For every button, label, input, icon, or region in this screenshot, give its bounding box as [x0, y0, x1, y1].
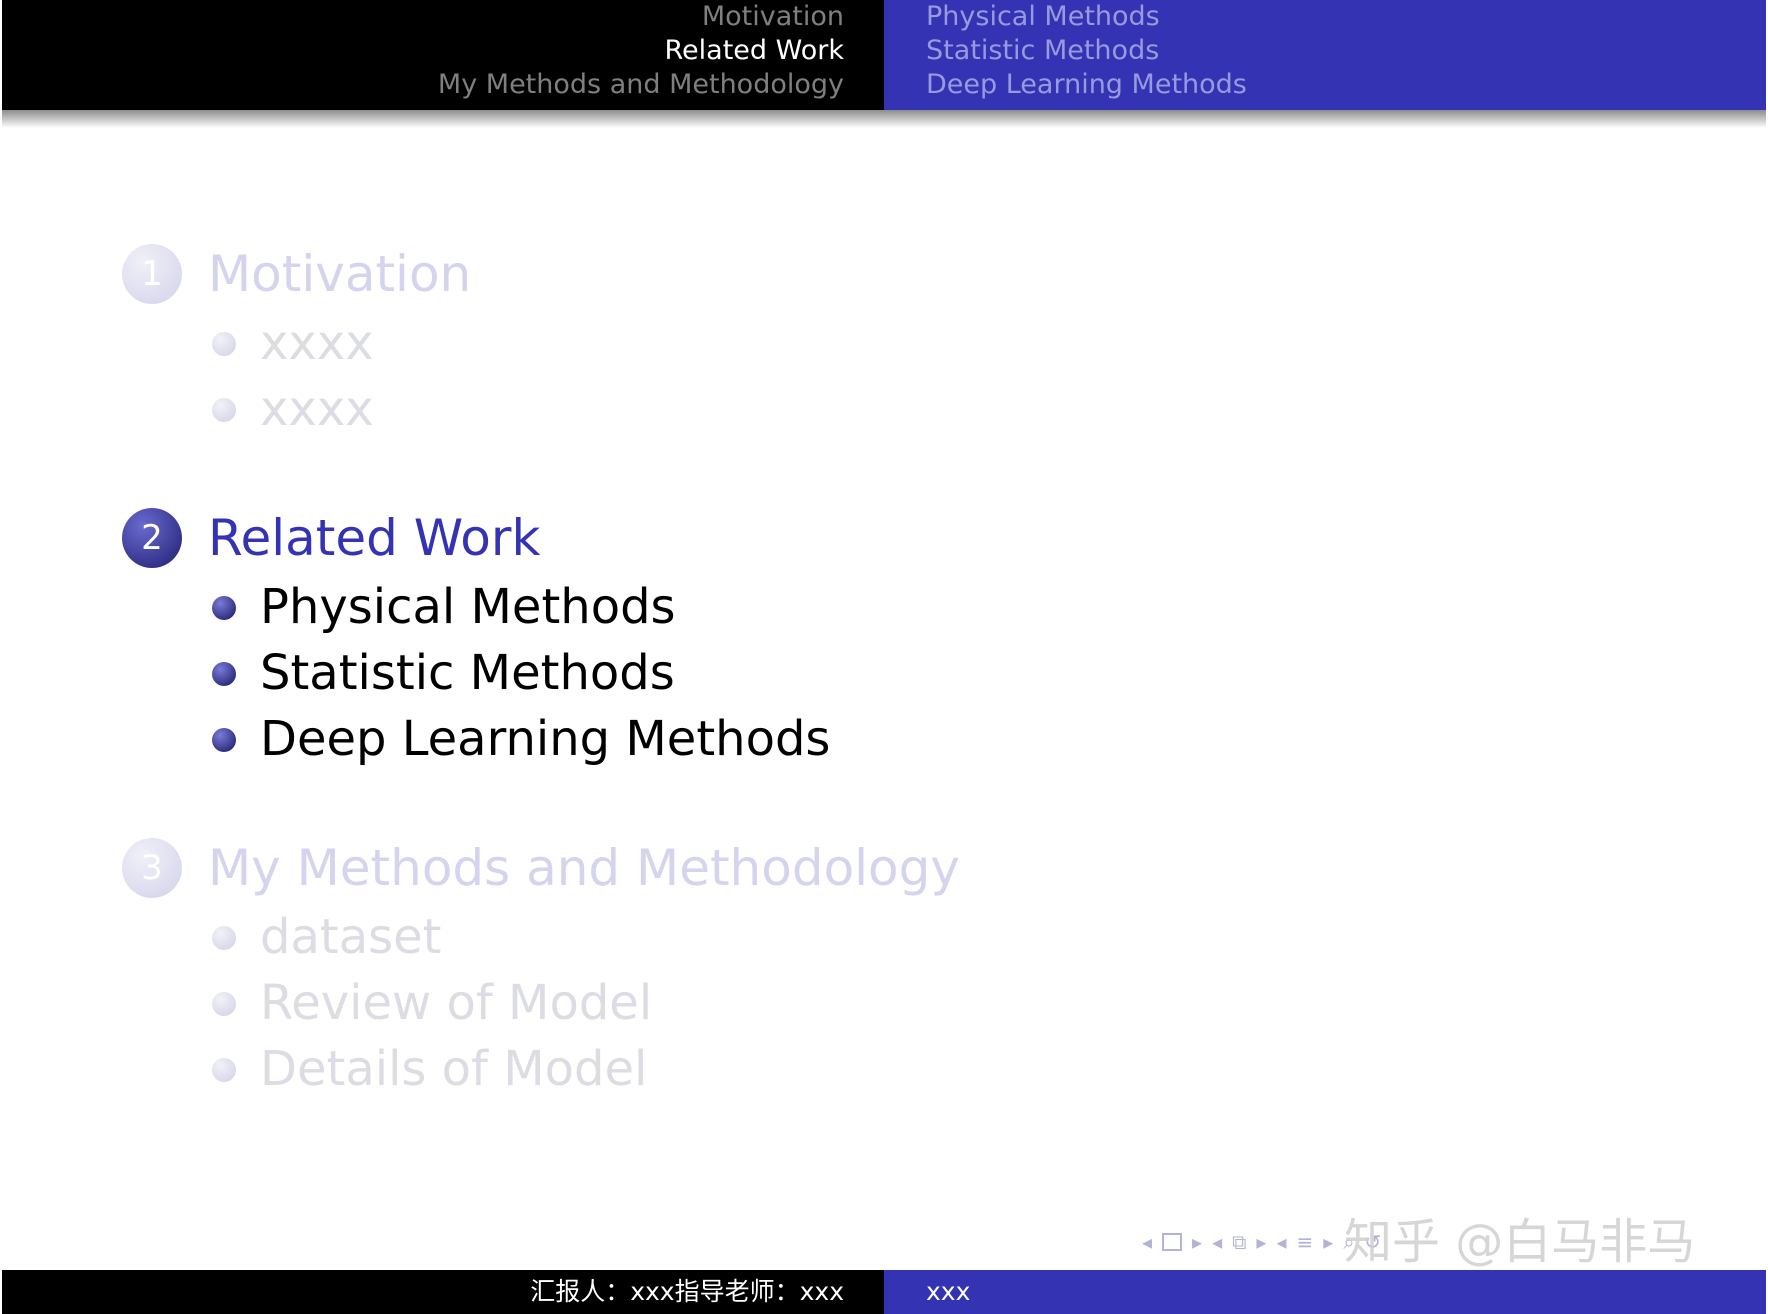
- slide: Motivation Related Work My Methods and M…: [2, 0, 1766, 1314]
- section-number-badge: 1: [122, 244, 182, 304]
- nav-subsection-icon[interactable]: ⧉: [1232, 1224, 1246, 1260]
- header-section-motivation[interactable]: Motivation: [438, 0, 844, 34]
- header-subsection-physical[interactable]: Physical Methods: [926, 0, 1247, 34]
- header-subsections: Physical Methods Statistic Methods Deep …: [884, 0, 1766, 110]
- header-section-related-work[interactable]: Related Work: [438, 34, 845, 68]
- nav-section-icon[interactable]: ≡: [1297, 1224, 1314, 1260]
- footer-presenter-text: 汇报人：xxx指导老师：xxx: [530, 1277, 844, 1306]
- footer-presenter: 汇报人：xxx指导老师：xxx: [2, 1270, 884, 1314]
- footer-bar: 汇报人：xxx指导老师：xxx xxx: [2, 1270, 1766, 1314]
- ball-bullet-icon: [212, 398, 236, 422]
- toc-subsection-label: xxxx: [260, 315, 374, 371]
- toc-subsection-label: Statistic Methods: [260, 645, 675, 701]
- toc-subsection-label: Deep Learning Methods: [260, 711, 831, 767]
- toc-subsection-label: dataset: [260, 909, 442, 965]
- nav-next-subsection-icon[interactable]: ▸: [1256, 1224, 1266, 1260]
- toc-section-title[interactable]: My Methods and Methodology: [208, 838, 960, 898]
- section-number-badge: 3: [122, 838, 182, 898]
- ball-bullet-icon: [212, 926, 236, 950]
- nav-prev-subsection-icon[interactable]: ◂: [1212, 1224, 1222, 1260]
- nav-prev-section-icon[interactable]: ◂: [1276, 1224, 1286, 1260]
- ball-bullet-icon: [212, 1058, 236, 1082]
- header-subsection-deep-learning[interactable]: Deep Learning Methods: [926, 68, 1247, 102]
- nav-prev-frame-icon[interactable]: ◂: [1142, 1224, 1152, 1260]
- ball-bullet-icon: [212, 332, 236, 356]
- header-subsection-statistic[interactable]: Statistic Methods: [926, 34, 1247, 68]
- section-number-badge: 2: [122, 508, 182, 568]
- toc-subsection-label: Details of Model: [260, 1041, 648, 1097]
- header-shadow: [2, 110, 1766, 128]
- toc-section-title[interactable]: Related Work: [208, 508, 540, 568]
- ball-bullet-icon: [212, 596, 236, 620]
- ball-bullet-icon: [212, 728, 236, 752]
- toc-section-title[interactable]: Motivation: [208, 244, 471, 304]
- nav-frame-icon[interactable]: [1162, 1233, 1183, 1251]
- toc-subsection-label: Review of Model: [260, 975, 653, 1031]
- nav-next-section-icon[interactable]: ▸: [1323, 1224, 1333, 1260]
- footer-title: xxx: [884, 1270, 1766, 1314]
- header-bar: Motivation Related Work My Methods and M…: [2, 0, 1766, 128]
- ball-bullet-icon: [212, 662, 236, 686]
- nav-next-frame-icon[interactable]: ▸: [1192, 1224, 1202, 1260]
- header-section-my-methods[interactable]: My Methods and Methodology: [438, 68, 844, 102]
- header-sections: Motivation Related Work My Methods and M…: [2, 0, 884, 110]
- watermark: 知乎 @白马非马: [1344, 1214, 1696, 1270]
- ball-bullet-icon: [212, 992, 236, 1016]
- footer-title-text: xxx: [926, 1277, 971, 1306]
- toc-subsection-label: Physical Methods: [260, 579, 676, 635]
- toc-subsection-label: xxxx: [260, 381, 374, 437]
